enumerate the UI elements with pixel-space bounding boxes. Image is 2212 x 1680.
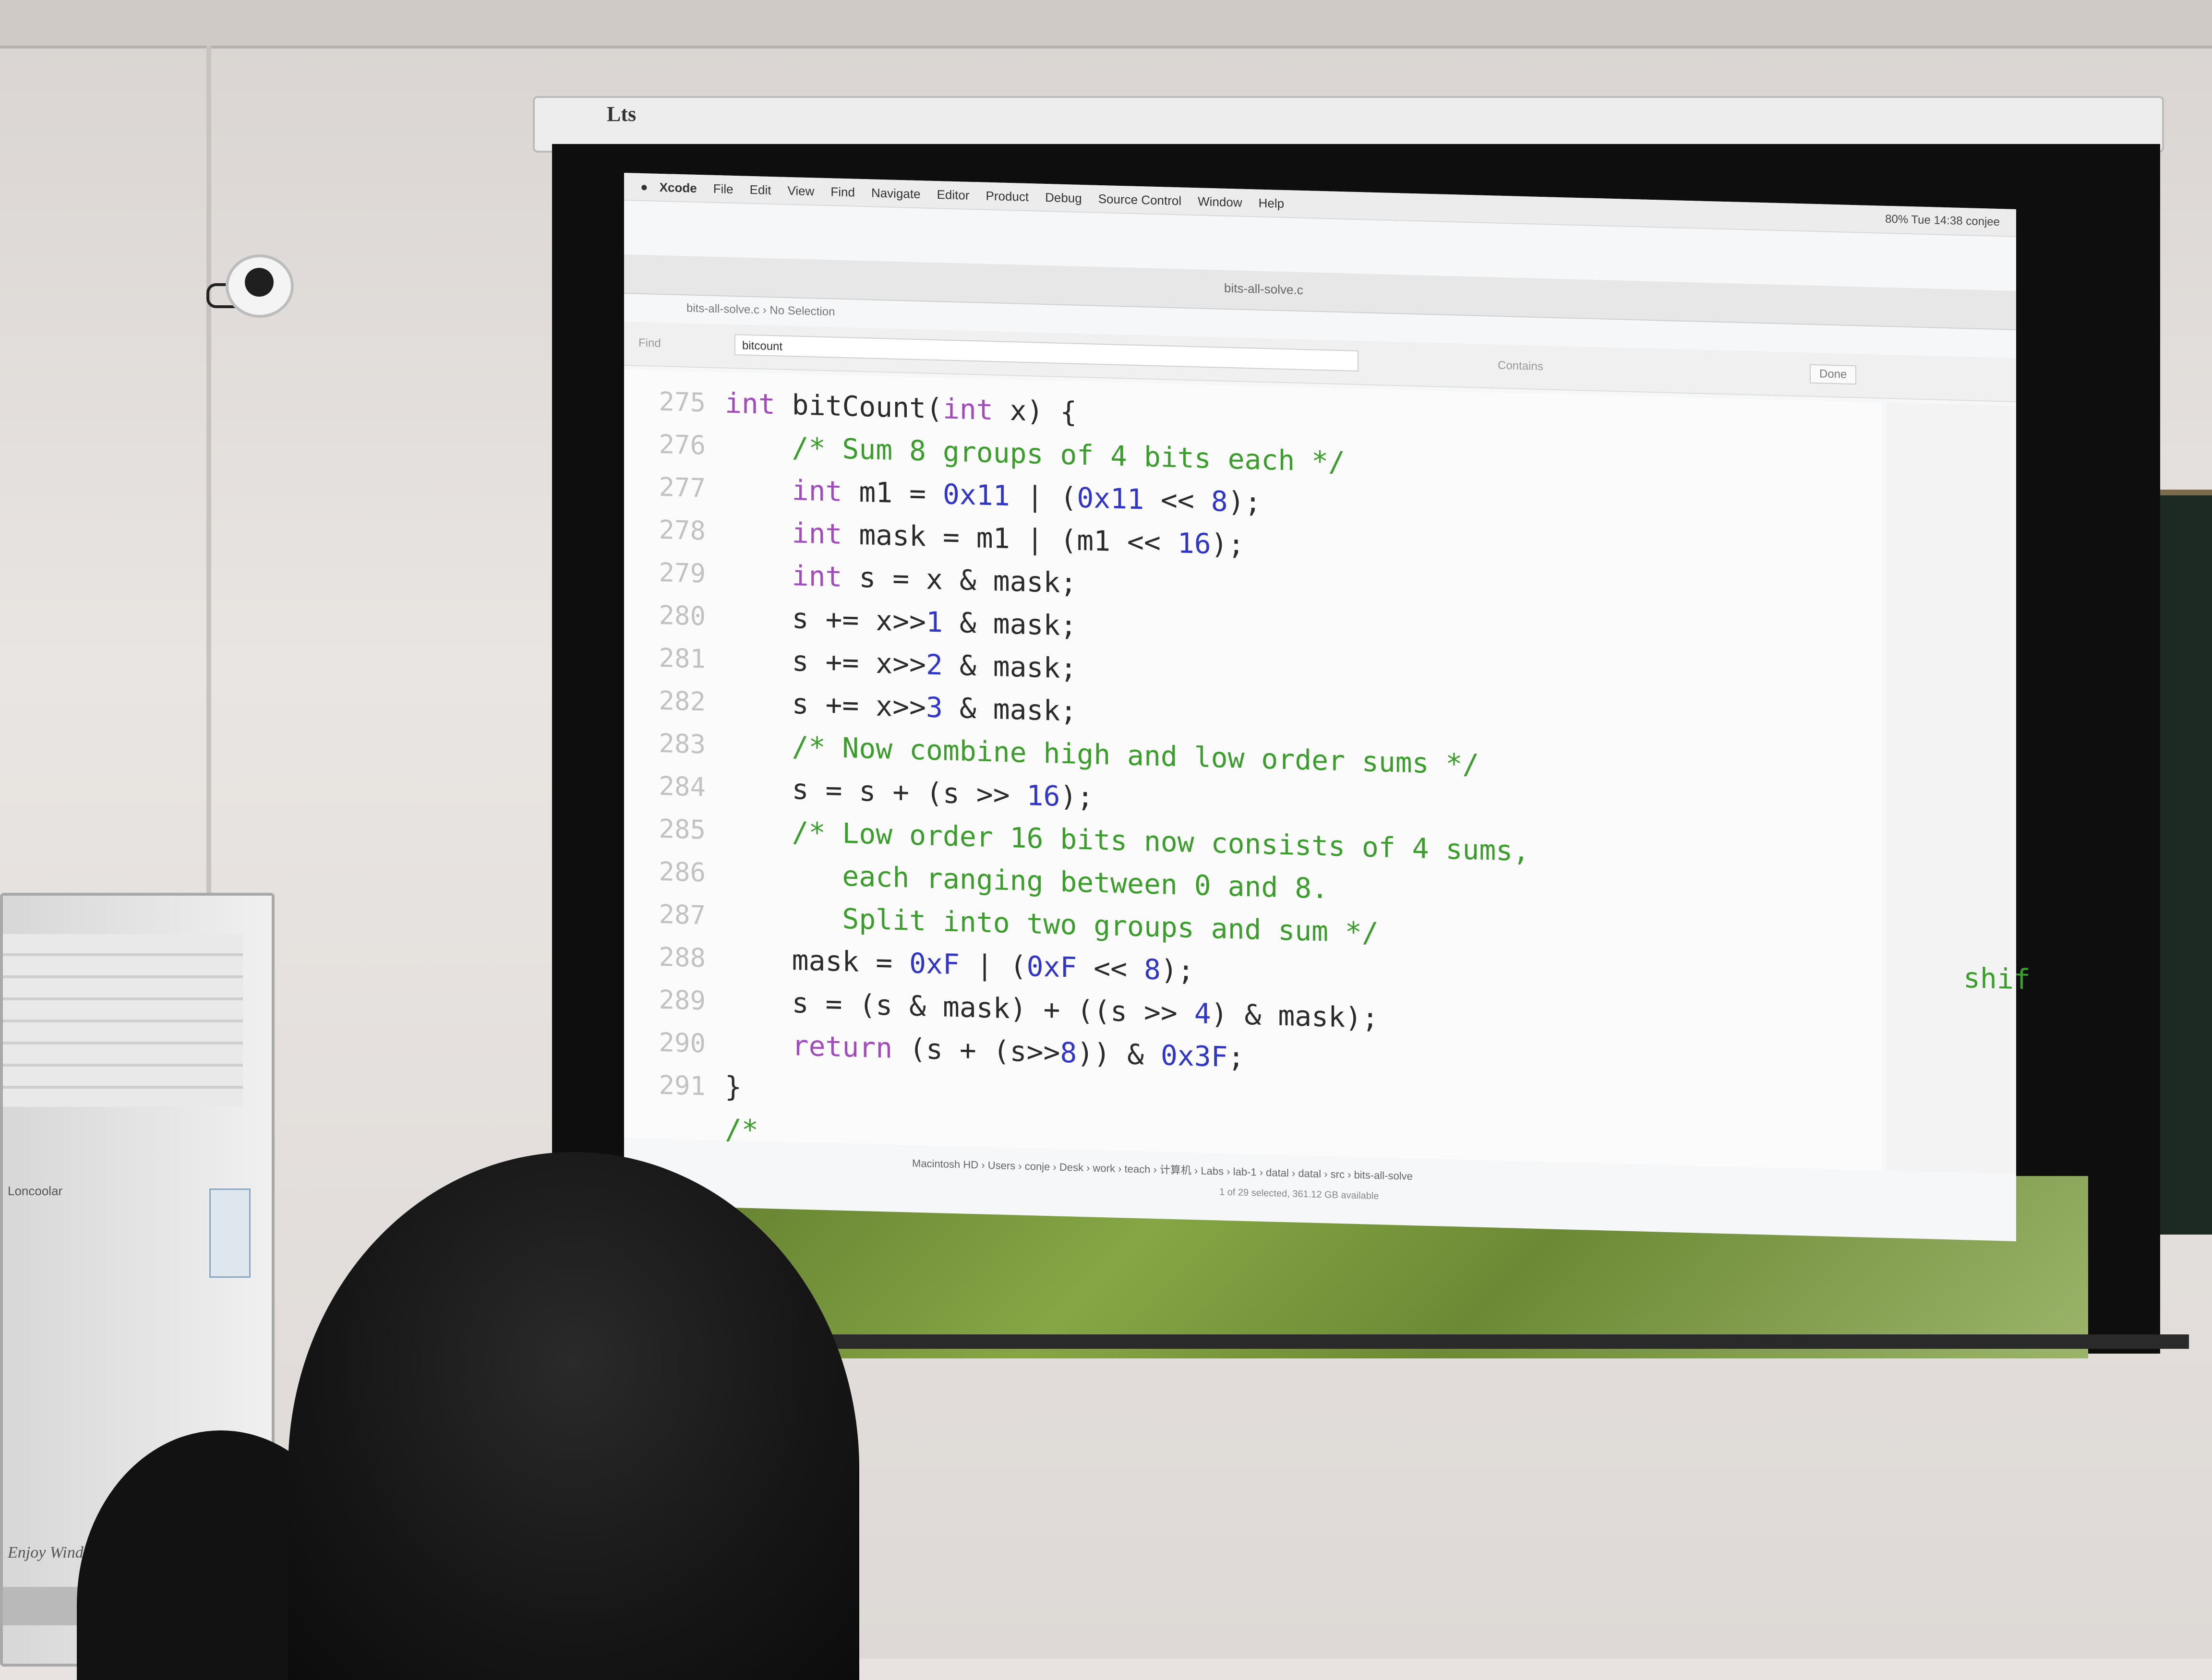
finder-status: 1 of 29 selected, 361.12 GB available [1219,1187,1379,1202]
code-token: 0xF [909,947,960,981]
line-number: 288 [659,941,706,973]
code-token: s += x>> [725,600,926,638]
code-token: 8 [1144,953,1161,986]
code-token: 8 [1211,485,1228,518]
code-token: 0xF [1026,949,1077,984]
code-token: int [725,472,842,508]
find-done-button[interactable]: Done [1810,364,1857,385]
code-token: return [725,1027,893,1065]
code-token: )) & [1077,1036,1161,1072]
code-token: 1 [926,605,943,639]
camera-lens [245,268,274,297]
find-mode-select[interactable]: Contains [1498,359,1543,373]
code-token: s = s + (s >> [725,771,1027,812]
background-window: shif [1887,402,2031,1174]
line-number: 287 [659,899,706,931]
line-number: 285 [659,813,706,845]
code-token: } [725,1070,742,1104]
code-token: ; [1227,1040,1245,1074]
code-token: 8 [1060,1036,1077,1069]
menu-view[interactable]: View [787,183,814,198]
code-token: 0x11 [1077,481,1144,516]
ceiling [0,0,2212,48]
security-camera [206,245,294,322]
code-token: << [1144,483,1211,518]
code-token: /* [725,1113,758,1147]
jump-bar[interactable]: bits-all-solve.c › No Selection [686,301,835,319]
menu-help[interactable]: Help [1259,195,1284,211]
menu-find[interactable]: Find [830,184,855,200]
code-token: s = x & mask; [842,560,1077,600]
code-token: 2 [926,648,943,682]
line-number: 290 [659,1027,706,1059]
code-token: int [725,386,775,421]
line-number: 283 [659,728,706,760]
ac-energy-label [209,1188,251,1278]
line-number: 291 [659,1069,706,1102]
find-label: Find [638,336,661,350]
line-number [624,1105,725,1151]
find-input[interactable]: bitcount [734,334,1358,372]
code-token: & mask; [942,691,1077,728]
code-token: ) & mask); [1211,997,1379,1035]
menu-source-control[interactable]: Source Control [1098,191,1181,208]
code-token: int [725,515,842,551]
code-token: (s + (s>> [892,1032,1060,1069]
code-token: m1 = [842,475,943,511]
ac-brand-top: Loncoolar [8,1184,63,1198]
code-token: int [725,557,842,593]
menu-navigate[interactable]: Navigate [871,185,921,202]
code-token: | ( [959,948,1027,983]
code-token: 0x3F [1160,1039,1228,1073]
code-token: 4 [1194,997,1211,1031]
window-title: bits-all-solve.c [1224,280,1303,298]
code-token: ); [1227,485,1262,519]
line-number: 276 [659,429,706,461]
menubar-status: 80% Tue 14:38 conjee [1885,212,2000,229]
code-token: ); [1160,953,1194,987]
source-code: 275 int bitCount(int x) {276 /* Sum 8 gro… [624,379,1529,1172]
menu-editor[interactable]: Editor [937,187,970,203]
code-token: | ( [1010,480,1077,514]
code-token: s += x>> [725,685,926,724]
menu-file[interactable]: File [713,181,733,196]
code-token: ); [1060,780,1094,814]
code-token: mask = [725,942,910,980]
line-number: 289 [659,984,706,1016]
apple-icon[interactable]: ● [640,179,648,194]
code-token: 16 [1177,527,1211,561]
code-token: ); [1211,528,1245,561]
menu-window[interactable]: Window [1198,194,1242,210]
line-number: 280 [659,600,706,632]
code-token: << [1077,951,1144,986]
code-token: s += x>> [725,643,926,681]
line-number: 281 [659,642,706,674]
code-token: 3 [926,691,943,724]
code-token: int [942,392,993,427]
menu-edit[interactable]: Edit [750,182,771,197]
code-token: 0x11 [942,478,1010,513]
line-number: 279 [659,557,706,589]
projected-display: ● Xcode File Edit View Find Navigate Edi… [624,173,2031,1241]
code-token: bitCount( [775,388,943,425]
menu-debug[interactable]: Debug [1045,190,1082,205]
line-number: 277 [659,471,706,504]
menu-app-name[interactable]: Xcode [660,180,697,195]
line-number: 278 [659,514,706,546]
line-number: 282 [659,685,706,717]
code-token: x) { [993,394,1077,429]
code-token: 16 [1026,779,1060,813]
projector-brand: Lts [607,102,637,126]
code-token: & mask; [942,606,1077,642]
line-number: 275 [659,386,706,418]
code-token: & mask; [942,648,1077,685]
code-editor[interactable]: 275 int bitCount(int x) {276 /* Sum 8 gro… [624,370,1882,1171]
line-number: 284 [659,770,706,803]
line-number: 286 [659,856,706,888]
ac-vent [3,934,243,1107]
background-window-text: shif [1963,961,2031,996]
menu-product[interactable]: Product [986,188,1029,204]
